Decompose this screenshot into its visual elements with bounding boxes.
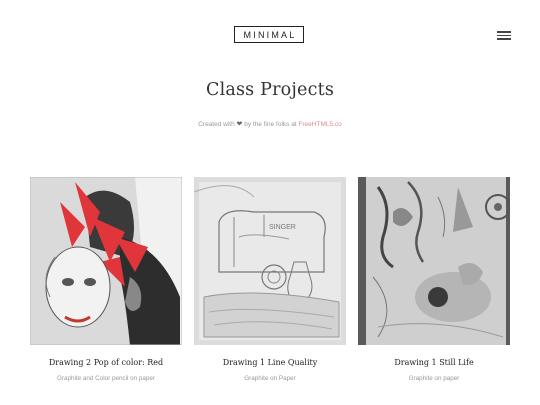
credit-line: Created with ❤ by the fine folks at Free… bbox=[0, 120, 540, 128]
credit-middle: by the fine folks at bbox=[244, 121, 297, 128]
project-card[interactable]: Drawing 1 Still Life Graphite on paper bbox=[358, 177, 510, 382]
project-image-still-life[interactable] bbox=[358, 177, 510, 345]
project-subtitle: Graphite and Color pencil on paper bbox=[56, 375, 155, 382]
project-card[interactable]: Drawing 2 Pop of color: Red Graphite and… bbox=[30, 177, 182, 382]
heart-icon: ❤ bbox=[236, 121, 243, 128]
page-title: Class Projects bbox=[205, 80, 335, 100]
project-image-red-mask[interactable] bbox=[30, 177, 182, 345]
svg-text:SINGER: SINGER bbox=[269, 224, 296, 231]
project-title[interactable]: Drawing 2 Pop of color: Red bbox=[30, 358, 182, 367]
credit-prefix: Created with bbox=[198, 121, 235, 128]
project-title[interactable]: Drawing 1 Line Quality bbox=[194, 358, 346, 367]
project-title[interactable]: Drawing 1 Still Life bbox=[358, 358, 510, 367]
site-header: MINIMAL bbox=[0, 0, 540, 70]
hero-section: Class Projects bbox=[0, 80, 540, 100]
site-logo[interactable]: MINIMAL bbox=[234, 26, 304, 43]
project-card[interactable]: SINGER Drawing 1 Line Quality Graphite o… bbox=[194, 177, 346, 382]
credit-link[interactable]: FreeHTML5.co bbox=[298, 121, 341, 128]
project-subtitle: Graphite on paper bbox=[408, 375, 460, 382]
project-subtitle: Graphite on Paper bbox=[244, 375, 296, 382]
project-image-sewing-machine[interactable]: SINGER bbox=[194, 177, 346, 345]
menu-icon[interactable] bbox=[497, 31, 511, 40]
